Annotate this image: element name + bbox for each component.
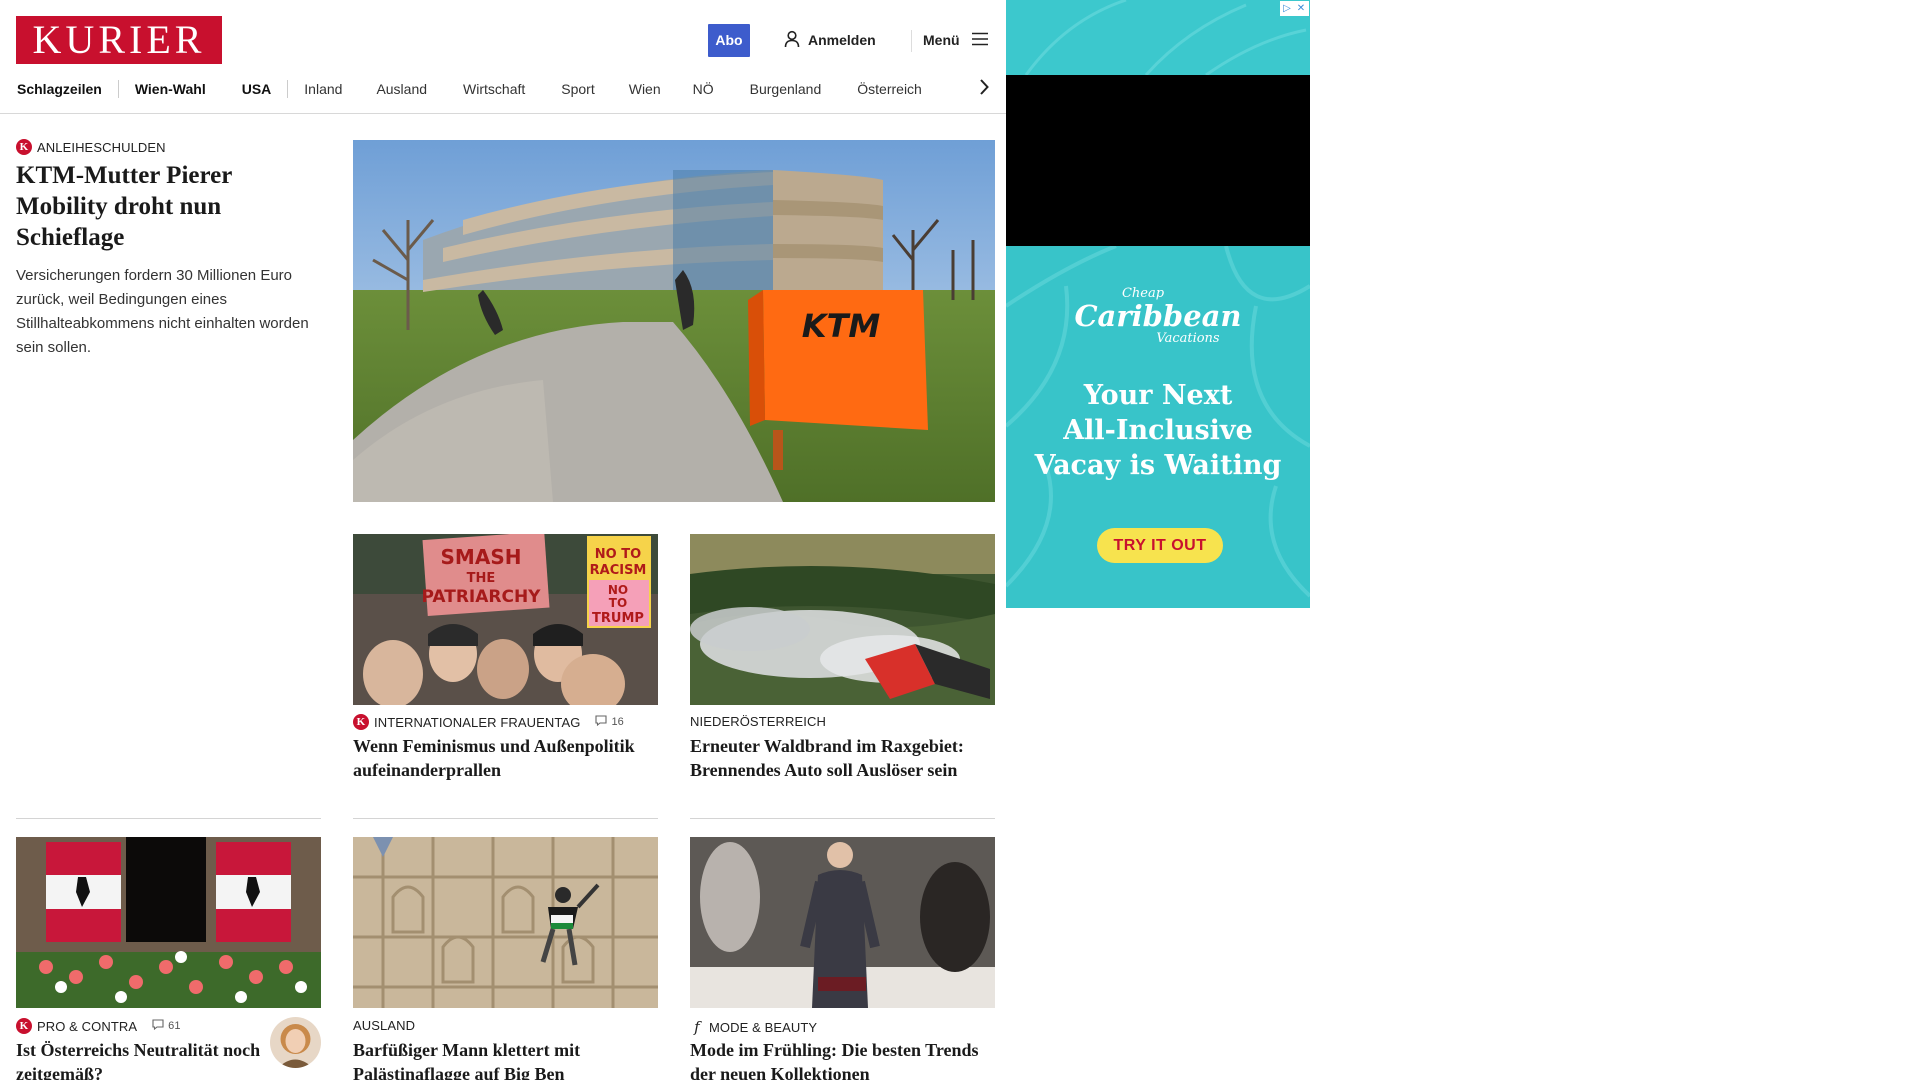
hero-kicker-label: ANLEIHESCHULDEN <box>37 139 166 155</box>
ad-headline-line-2: All-Inclusive <box>1063 415 1253 446</box>
site-header: KURIER Abo Anmelden Menü Schlagzeilen Wi… <box>0 0 1006 114</box>
hero-lead: Versicherungen fordern 30 Millionen Euro… <box>16 267 309 356</box>
author-avatar[interactable] <box>270 1017 321 1068</box>
ad-choices-icon[interactable]: ▷ <box>1280 1 1294 16</box>
comment-count-value: 16 <box>611 716 624 728</box>
card-kicker-pro-contra[interactable]: K PRO & CONTRA 61 <box>16 1018 181 1034</box>
login-button[interactable]: Anmelden <box>784 28 876 52</box>
ad-creative[interactable]: Cheap Caribbean Vacations Your Next All-… <box>1006 246 1310 608</box>
hamburger-icon <box>971 32 988 49</box>
protest-sign-text-5: RACISM <box>590 563 647 578</box>
ad-brand-name: Caribbean <box>1074 299 1242 333</box>
protest-sign-text-2: THE <box>467 571 496 586</box>
nav-item-oesterreich[interactable]: Österreich <box>839 76 938 102</box>
ad-controls: ▷ ✕ <box>1280 1 1309 16</box>
ad-banner-top <box>1006 0 1310 77</box>
card-headline-frauentag[interactable]: Wenn Feminismus und Außenpolitik aufeina… <box>353 734 658 782</box>
nav-item-burgenland[interactable]: Burgenland <box>730 76 840 102</box>
card-kicker-mode-beauty[interactable]: f MODE & BEAUTY <box>690 1018 817 1036</box>
kurier-plus-badge-icon: K <box>353 714 369 730</box>
nav-scroll-right-button[interactable] <box>974 78 994 100</box>
nav-item-usa[interactable]: USA <box>222 76 288 102</box>
nav-item-inland[interactable]: Inland <box>288 76 358 102</box>
ad-brand-logo: Cheap Caribbean Vacations <box>1006 286 1310 346</box>
card-kicker-label: MODE & BEAUTY <box>709 1019 818 1035</box>
user-icon <box>784 30 800 51</box>
divider <box>690 818 995 819</box>
card-kicker-label: AUSLAND <box>353 1018 416 1033</box>
menu-label: Menü <box>923 32 960 48</box>
protest-sign-text-7: TO <box>609 596 627 610</box>
kurier-plus-badge-icon: K <box>16 139 32 155</box>
ad-headline: Your Next All-Inclusive Vacay is Waiting <box>1006 378 1310 483</box>
card-image-big-ben[interactable] <box>353 837 658 1008</box>
protest-sign-text-6: NO <box>608 583 628 597</box>
card-kicker-niederoesterreich[interactable]: NIEDERÖSTERREICH <box>690 714 826 729</box>
hero-kicker[interactable]: K ANLEIHESCHULDEN <box>16 139 166 155</box>
abo-button[interactable]: Abo <box>708 24 750 57</box>
protest-sign-text-1: SMASH <box>441 545 522 569</box>
comment-icon <box>152 1019 164 1033</box>
lifestyle-f-icon: f <box>694 1018 700 1036</box>
hero-headline[interactable]: KTM-Mutter Pierer Mobility droht nun Sch… <box>16 160 316 253</box>
ad-brand-bottom: Vacations <box>1156 331 1220 346</box>
ktm-sign-text: KTM <box>802 307 881 345</box>
comment-count-value: 61 <box>168 1020 181 1032</box>
comment-count[interactable]: 61 <box>152 1019 180 1033</box>
nav-item-sport[interactable]: Sport <box>543 76 612 102</box>
card-headline-big-ben[interactable]: Barfüßiger Mann klettert mit Palästinafl… <box>353 1038 658 1080</box>
hero-image[interactable]: KTM <box>353 140 995 502</box>
kurier-plus-badge-icon: K <box>16 1018 32 1034</box>
protest-sign-text-3: PATRIARCHY <box>421 587 541 607</box>
header-divider <box>911 30 912 52</box>
comment-icon <box>595 715 607 729</box>
close-icon[interactable]: ✕ <box>1294 1 1308 16</box>
protest-sign-text-4: NO TO <box>595 547 641 562</box>
kurier-logo[interactable]: KURIER <box>16 16 222 64</box>
card-headline-neutralitaet[interactable]: Ist Österreichs Neutralität noch zeitgem… <box>16 1038 261 1080</box>
card-kicker-label: INTERNATIONALER FRAUENTAG <box>374 714 581 730</box>
card-headline-waldbrand[interactable]: Erneuter Waldbrand im Raxgebiet: Brennen… <box>690 734 995 782</box>
advertisement[interactable]: Cheap Caribbean Vacations Your Next All-… <box>1006 0 1310 608</box>
nav-item-wirtschaft[interactable]: Wirtschaft <box>445 76 543 102</box>
nav-item-wien[interactable]: Wien <box>613 76 677 102</box>
card-image-waldbrand[interactable] <box>690 534 995 705</box>
ad-cta-button[interactable]: TRY IT OUT <box>1097 528 1223 563</box>
chevron-right-icon <box>979 78 989 100</box>
divider <box>353 818 658 819</box>
nav-item-ausland[interactable]: Ausland <box>358 76 445 102</box>
card-image-frauentag[interactable]: SMASH THE PATRIARCHY NO TO RACISM NO TO … <box>353 534 658 705</box>
card-kicker-label: PRO & CONTRA <box>37 1018 138 1034</box>
comment-count[interactable]: 16 <box>595 715 624 729</box>
nav-item-schlagzeilen[interactable]: Schlagzeilen <box>0 76 118 102</box>
section-nav: Schlagzeilen Wien-Wahl USA Inland Auslan… <box>0 76 938 102</box>
login-label: Anmelden <box>808 32 876 48</box>
card-kicker-ausland[interactable]: AUSLAND <box>353 1018 415 1033</box>
card-headline-mode[interactable]: Mode im Frühling: Die besten Trends der … <box>690 1038 995 1080</box>
ad-video-area[interactable] <box>1006 75 1310 246</box>
card-image-mode[interactable] <box>690 837 995 1008</box>
card-kicker-frauentag[interactable]: K INTERNATIONALER FRAUENTAG 16 <box>353 714 624 730</box>
nav-item-noe[interactable]: NÖ <box>677 76 730 102</box>
ad-headline-line-1: Your Next <box>1083 380 1233 411</box>
menu-button[interactable]: Menü <box>923 28 988 52</box>
protest-sign-text-8: TRUMP <box>592 611 644 626</box>
card-image-neutralitaet[interactable] <box>16 837 321 1008</box>
nav-item-wien-wahl[interactable]: Wien-Wahl <box>119 76 222 102</box>
divider <box>16 818 321 819</box>
ad-headline-line-3: Vacay is Waiting <box>1034 450 1282 481</box>
card-kicker-label: NIEDERÖSTERREICH <box>690 714 826 729</box>
